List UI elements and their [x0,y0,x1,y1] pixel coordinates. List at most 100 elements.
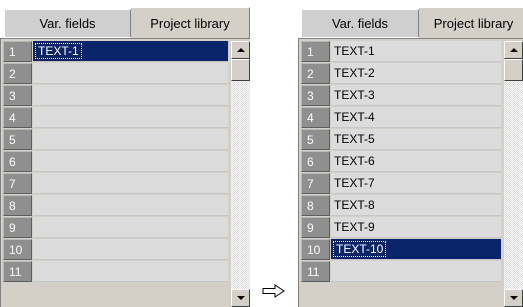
library-grid: 1 TEXT-1 2 3 4 5 6 7 8 9 10 11 [0,38,250,307]
vertical-scrollbar[interactable] [504,41,523,307]
grid-rows: 1 TEXT-1 2 TEXT-2 3 TEXT-3 4 TEXT-4 5 TEXT-5 6 TEXT… [301,41,501,307]
cell-label: TEXT-7 [334,176,375,190]
scroll-down-button[interactable] [504,289,523,307]
row-number[interactable]: 9 [301,217,330,238]
row-number[interactable]: 7 [3,173,32,194]
text-cell[interactable]: TEXT-1 [331,41,501,62]
tab-var-fields[interactable]: Var. fields [4,9,131,37]
table-row[interactable]: 2 [3,63,228,85]
text-cell[interactable] [33,151,228,172]
tab-var-fields[interactable]: Var. fields [301,9,419,37]
table-row[interactable]: 4 [3,107,228,129]
text-cell[interactable]: TEXT-2 [331,63,501,84]
row-number[interactable]: 1 [301,41,330,62]
row-number[interactable]: 2 [301,63,330,84]
scroll-up-button[interactable] [231,41,250,59]
row-number[interactable]: 3 [301,85,330,106]
table-row[interactable]: 4 TEXT-4 [301,107,501,129]
vertical-scrollbar[interactable] [231,41,250,307]
table-row[interactable]: 3 TEXT-3 [301,85,501,107]
table-row[interactable]: 2 TEXT-2 [301,63,501,85]
row-number[interactable]: 6 [301,151,330,172]
text-cell[interactable]: TEXT-6 [331,151,501,172]
table-row[interactable]: 11 [301,261,501,283]
text-cell[interactable] [33,217,228,238]
cell-label: TEXT-6 [334,154,375,168]
left-library-panel: Var. fields Project library 1 TEXT-1 2 3 4 5 6… [0,0,250,307]
table-row[interactable]: 3 [3,85,228,107]
cell-label: TEXT-2 [334,66,375,80]
row-number[interactable]: 8 [3,195,32,216]
text-cell[interactable] [33,107,228,128]
table-row[interactable]: 9 [3,217,228,239]
table-row[interactable]: 10 TEXT-10 [301,239,501,261]
arrow-down-icon [236,296,245,300]
text-cell[interactable]: TEXT-7 [331,173,501,194]
row-number[interactable]: 10 [301,239,330,260]
text-cell[interactable] [331,261,501,282]
grid-rows: 1 TEXT-1 2 3 4 5 6 7 8 9 10 11 [3,41,228,307]
row-number[interactable]: 7 [301,173,330,194]
row-number[interactable]: 6 [3,151,32,172]
row-number[interactable]: 1 [3,41,32,62]
table-row[interactable]: 6 TEXT-6 [301,151,501,173]
text-cell[interactable]: TEXT-8 [331,195,501,216]
tab-project-library[interactable]: Project library [131,7,250,38]
table-row[interactable]: 5 [3,129,228,151]
table-row[interactable]: 9 TEXT-9 [301,217,501,239]
cell-label: TEXT-10 [332,241,387,257]
row-number[interactable]: 5 [301,129,330,150]
table-row[interactable]: 7 TEXT-7 [301,173,501,195]
row-number[interactable]: 10 [3,239,32,260]
scroll-thumb[interactable] [231,59,250,81]
text-cell[interactable]: TEXT-5 [331,129,501,150]
tab-project-library[interactable]: Project library [419,7,523,38]
cell-label: TEXT-1 [35,43,82,59]
text-cell[interactable]: TEXT-4 [331,107,501,128]
scroll-thumb[interactable] [504,59,523,81]
text-cell[interactable] [33,173,228,194]
row-number[interactable]: 8 [301,195,330,216]
row-number[interactable]: 4 [3,107,32,128]
row-number[interactable]: 4 [301,107,330,128]
tab-strip: Var. fields Project library [298,0,523,38]
table-row[interactable]: 1 TEXT-1 [3,41,228,63]
scroll-up-button[interactable] [504,41,523,59]
row-number[interactable]: 9 [3,217,32,238]
table-row[interactable]: 8 [3,195,228,217]
right-arrow-outline-icon [262,284,285,298]
cell-label: TEXT-3 [334,88,375,102]
text-cell[interactable] [33,85,228,106]
cell-label: TEXT-8 [334,198,375,212]
cell-label: TEXT-1 [334,44,375,58]
row-number[interactable]: 11 [3,261,32,282]
cell-label: TEXT-4 [334,110,375,124]
arrow-up-icon [509,48,518,52]
table-row[interactable]: 6 [3,151,228,173]
row-number[interactable]: 5 [3,129,32,150]
table-row[interactable]: 7 [3,173,228,195]
table-row[interactable]: 8 TEXT-8 [301,195,501,217]
right-library-panel: Var. fields Project library 1 TEXT-1 2 TEXT… [298,0,523,307]
text-cell[interactable]: TEXT-3 [331,85,501,106]
scroll-down-button[interactable] [231,289,250,307]
cell-label: TEXT-9 [334,220,375,234]
tab-strip: Var. fields Project library [0,0,250,38]
row-number[interactable]: 2 [3,63,32,84]
table-row[interactable]: 5 TEXT-5 [301,129,501,151]
text-cell[interactable]: TEXT-9 [331,217,501,238]
row-number[interactable]: 11 [301,261,330,282]
text-cell[interactable] [33,195,228,216]
text-cell[interactable] [33,239,228,260]
selected-text-cell[interactable]: TEXT-1 [33,41,228,62]
selected-text-cell[interactable]: TEXT-10 [331,239,501,260]
text-cell[interactable] [33,129,228,150]
table-row[interactable]: 1 TEXT-1 [301,41,501,63]
arrow-up-icon [236,48,245,52]
table-row[interactable]: 10 [3,239,228,261]
text-cell[interactable] [33,261,228,282]
row-number[interactable]: 3 [3,85,32,106]
table-row[interactable]: 11 [3,261,228,283]
text-cell[interactable] [33,63,228,84]
arrow-down-icon [509,296,518,300]
